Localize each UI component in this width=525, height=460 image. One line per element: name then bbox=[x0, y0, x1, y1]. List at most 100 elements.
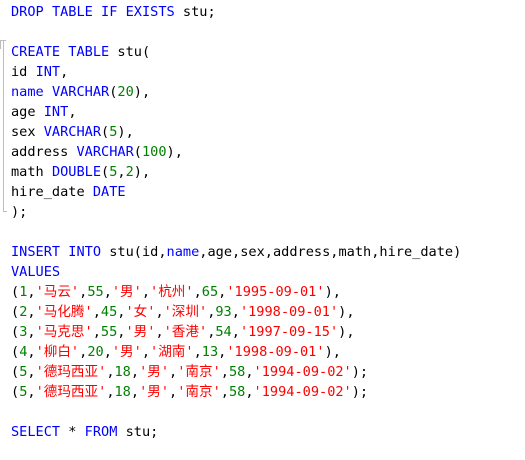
code-line: age INT, bbox=[11, 102, 461, 122]
punctuation-token: , bbox=[141, 284, 151, 300]
punctuation-token: ( bbox=[141, 44, 151, 60]
code-line: address VARCHAR(100), bbox=[11, 142, 461, 162]
punctuation-token bbox=[76, 424, 84, 440]
string-token: '南京' bbox=[177, 364, 221, 380]
punctuation-token: , bbox=[155, 304, 164, 320]
punctuation-token bbox=[27, 64, 35, 80]
punctuation-token: , bbox=[193, 284, 202, 300]
keyword-token: INTO bbox=[68, 244, 102, 260]
punctuation-token bbox=[101, 244, 109, 260]
number-token: 45 bbox=[100, 304, 118, 320]
keyword-token: EXISTS bbox=[125, 4, 175, 20]
punctuation-token bbox=[175, 4, 183, 20]
punctuation-token: ), bbox=[338, 324, 355, 340]
punctuation-token: , bbox=[68, 104, 77, 120]
punctuation-token: , bbox=[245, 384, 254, 400]
number-token: 13 bbox=[201, 344, 219, 360]
number-token: 20 bbox=[117, 84, 134, 100]
punctuation-token: , bbox=[155, 324, 164, 340]
code-line: sex VARCHAR(5), bbox=[11, 122, 461, 142]
punctuation-token: , bbox=[117, 164, 126, 180]
punctuation-token: ( bbox=[101, 124, 110, 140]
punctuation-token: , bbox=[27, 324, 36, 340]
punctuation-token: , bbox=[27, 344, 36, 360]
keyword-token: INSERT bbox=[11, 244, 61, 260]
punctuation-token: , bbox=[103, 344, 112, 360]
string-token: '南京' bbox=[177, 384, 221, 400]
identifier-token: stu bbox=[182, 4, 208, 20]
punctuation-token: ( bbox=[11, 344, 20, 360]
keyword-token: IF bbox=[101, 4, 118, 20]
punctuation-token: ( bbox=[11, 364, 20, 380]
code-line: name VARCHAR(20), bbox=[11, 82, 461, 102]
code-line: math DOUBLE(5,2), bbox=[11, 162, 461, 182]
code-line: ​ bbox=[11, 22, 461, 42]
keyword-token: VARCHAR bbox=[76, 144, 134, 160]
code-line: CREATE TABLE stu( bbox=[11, 42, 461, 62]
keyword-token: FROM bbox=[84, 424, 118, 440]
identifier-token: hire_date bbox=[379, 244, 454, 260]
sql-editor[interactable]: DROP TABLE IF EXISTS stu;​CREATE TABLE s… bbox=[0, 0, 525, 460]
punctuation-token: ( bbox=[11, 324, 20, 340]
punctuation-token: , bbox=[92, 304, 101, 320]
code-line: INSERT INTO stu(id,name,age,sex,address,… bbox=[11, 242, 461, 262]
code-line: (2,'马化腾',45,'女','深圳',93,'1998-09-01'), bbox=[11, 302, 461, 322]
identifier-token: id bbox=[11, 64, 28, 80]
punctuation-token bbox=[117, 424, 125, 440]
string-token: '男' bbox=[111, 344, 142, 360]
punctuation-token: ); bbox=[351, 384, 369, 400]
fold-guide-line bbox=[3, 40, 4, 212]
string-token: '1997-09-15' bbox=[239, 324, 339, 340]
identifier-token: sex bbox=[11, 124, 36, 140]
code-line: ​ bbox=[11, 222, 461, 242]
punctuation-token bbox=[85, 184, 93, 200]
string-token: '深圳' bbox=[163, 304, 208, 320]
punctuation-token bbox=[44, 164, 52, 180]
punctuation-token: , bbox=[27, 364, 36, 380]
identifier-token: stu bbox=[117, 44, 142, 60]
string-token: '马云' bbox=[35, 284, 80, 300]
punctuation-token bbox=[44, 84, 52, 100]
punctuation-token: , bbox=[245, 364, 254, 380]
code-line: (5,'德玛西亚',18,'男','南京',58,'1994-09-02'); bbox=[11, 362, 461, 382]
keyword-token: VARCHAR bbox=[51, 84, 110, 100]
keyword-token: CREATE bbox=[11, 44, 61, 60]
punctuation-token: , bbox=[27, 284, 36, 300]
string-token: '男' bbox=[139, 364, 170, 380]
punctuation-token: ), bbox=[117, 124, 134, 140]
code-line: hire_date DATE bbox=[11, 182, 461, 202]
code-line: id INT, bbox=[11, 62, 461, 82]
punctuation-token: , bbox=[232, 244, 241, 260]
punctuation-token: , bbox=[220, 364, 229, 380]
code-line: DROP TABLE IF EXISTS stu; bbox=[11, 2, 461, 22]
number-token: 18 bbox=[114, 384, 131, 400]
string-token: '男' bbox=[111, 284, 142, 300]
identifier-token: id bbox=[141, 244, 159, 260]
punctuation-token: , bbox=[264, 244, 273, 260]
punctuation-token: ( bbox=[133, 144, 142, 160]
identifier-token: stu bbox=[125, 424, 151, 440]
punctuation-token: , bbox=[130, 384, 140, 400]
number-token: 54 bbox=[215, 324, 232, 340]
punctuation-token: , bbox=[106, 384, 115, 400]
punctuation-token: ; bbox=[150, 424, 159, 440]
string-token: '德玛西亚' bbox=[35, 364, 107, 380]
identifier-token: hire_date bbox=[11, 184, 85, 200]
identifier-token: sex bbox=[240, 244, 265, 260]
number-token: 20 bbox=[87, 344, 104, 360]
keyword-token: INT bbox=[43, 104, 69, 120]
keyword-token: TABLE bbox=[51, 4, 93, 20]
code-area[interactable]: DROP TABLE IF EXISTS stu;​CREATE TABLE s… bbox=[11, 2, 461, 442]
punctuation-token: ), bbox=[166, 144, 183, 160]
number-token: 65 bbox=[201, 284, 219, 300]
punctuation-token: ), bbox=[338, 304, 355, 320]
punctuation-token: , bbox=[27, 304, 36, 320]
string-token: '1994-09-02' bbox=[253, 384, 352, 400]
keyword-token: INT bbox=[35, 64, 61, 80]
keyword-token: SELECT bbox=[11, 424, 61, 440]
keyword-token: name bbox=[11, 84, 44, 100]
punctuation-token: ) bbox=[453, 244, 462, 260]
punctuation-token: ( bbox=[11, 304, 20, 320]
code-line: ); bbox=[11, 202, 461, 222]
punctuation-token: ( bbox=[133, 244, 142, 260]
